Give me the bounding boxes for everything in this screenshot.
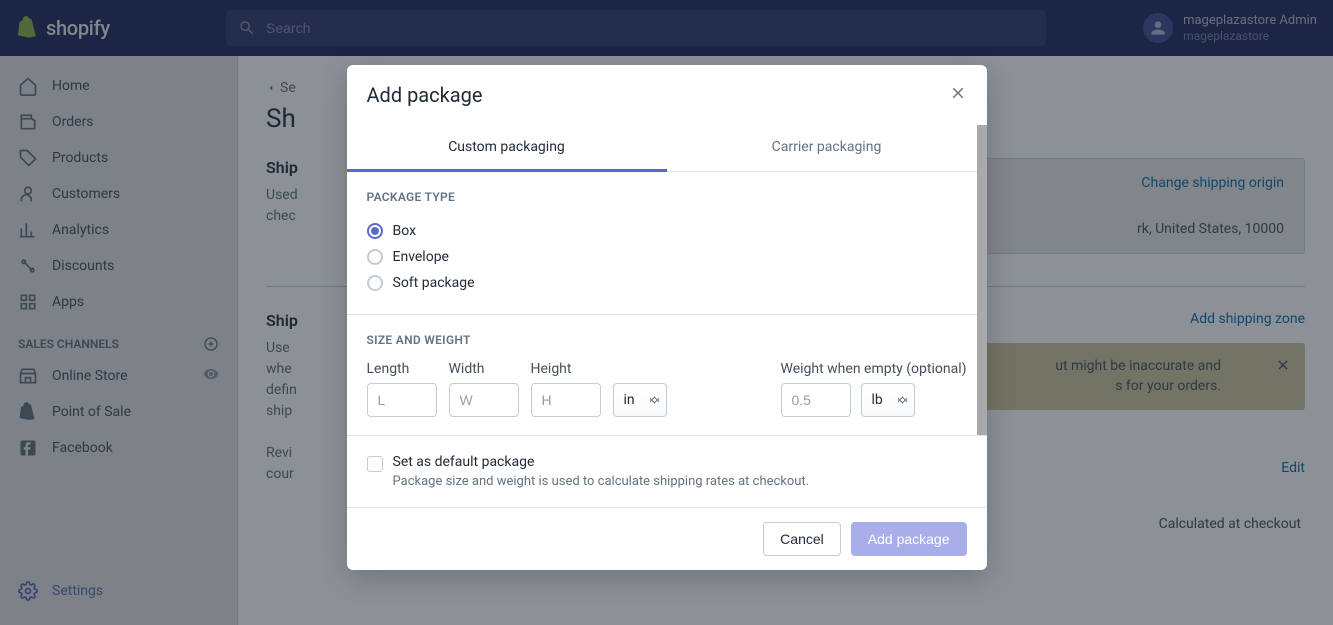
radio-envelope[interactable]: Envelope — [367, 244, 967, 270]
size-weight-label: SIZE AND WEIGHT — [367, 333, 967, 347]
height-label: Height — [531, 361, 601, 377]
close-icon — [949, 84, 967, 102]
radio-label: Envelope — [393, 249, 449, 265]
radio-label: Soft package — [393, 275, 475, 291]
size-weight-section: SIZE AND WEIGHT Length Width Height in — [347, 315, 987, 435]
radio-box[interactable]: Box — [367, 218, 967, 244]
default-package-label: Set as default package — [393, 454, 810, 470]
modal-title: Add package — [367, 83, 483, 107]
default-package-checkbox-row[interactable]: Set as default package Package size and … — [367, 454, 967, 489]
height-input[interactable] — [531, 383, 601, 417]
package-type-label: PACKAGE TYPE — [367, 190, 967, 204]
tab-carrier-packaging[interactable]: Carrier packaging — [667, 125, 987, 171]
width-label: Width — [449, 361, 519, 377]
add-package-modal: Add package Custom packaging Carrier pac… — [347, 65, 987, 570]
default-package-sub: Package size and weight is used to calcu… — [393, 474, 810, 489]
close-modal-button[interactable] — [949, 84, 967, 106]
tab-custom-packaging[interactable]: Custom packaging — [347, 125, 667, 172]
weight-input[interactable] — [781, 383, 851, 417]
cancel-button[interactable]: Cancel — [763, 522, 841, 556]
default-package-section: Set as default package Package size and … — [347, 435, 987, 507]
weight-label: Weight when empty (optional) — [781, 361, 967, 377]
weight-unit-select[interactable]: lb — [861, 383, 915, 417]
radio-input[interactable] — [367, 223, 383, 239]
radio-input[interactable] — [367, 249, 383, 265]
dimension-unit-select[interactable]: in — [613, 383, 667, 417]
radio-label: Box — [393, 223, 417, 239]
package-type-section: PACKAGE TYPE Box Envelope Soft package — [347, 172, 987, 315]
add-package-button[interactable]: Add package — [851, 522, 967, 556]
length-input[interactable] — [367, 383, 437, 417]
checkbox-input[interactable] — [367, 456, 383, 472]
length-label: Length — [367, 361, 437, 377]
scrollbar[interactable] — [977, 125, 987, 435]
radio-input[interactable] — [367, 275, 383, 291]
width-input[interactable] — [449, 383, 519, 417]
radio-soft-package[interactable]: Soft package — [367, 270, 967, 296]
